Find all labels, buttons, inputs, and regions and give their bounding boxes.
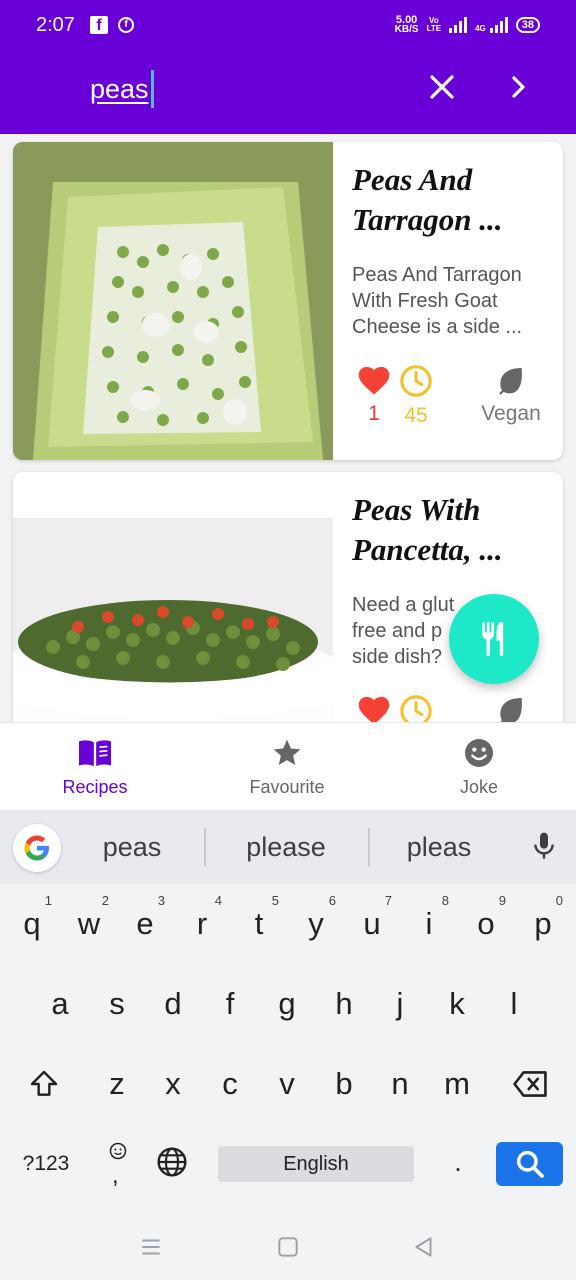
cook-time-stat: 45 (381, 364, 451, 428)
clear-search-button[interactable] (423, 68, 461, 106)
recipe-card[interactable]: Peas And Tarragon ... Peas And Tarragon … (13, 142, 563, 460)
system-navigation-bar (0, 1212, 576, 1280)
back-icon[interactable] (411, 1234, 437, 1260)
key-f[interactable]: f (204, 972, 256, 1036)
soft-keyboard: peas please pleas q1 w2 e3 r4 t5 y6 u7 i… (0, 810, 576, 1212)
notification-icons: f f (90, 16, 134, 34)
key-j[interactable]: j (374, 972, 426, 1036)
key-s[interactable]: s (91, 972, 143, 1036)
diet-stat (461, 694, 561, 722)
key-l[interactable]: l (488, 972, 540, 1036)
nav-joke[interactable]: Joke (404, 737, 554, 798)
key-x[interactable]: x (147, 1052, 199, 1116)
key-c[interactable]: c (204, 1052, 256, 1116)
clock-icon (400, 365, 432, 397)
period-key[interactable]: . (432, 1132, 484, 1192)
key-r[interactable]: r4 (176, 892, 228, 956)
book-icon (79, 740, 111, 767)
language-key[interactable] (146, 1132, 198, 1192)
recipe-stats (339, 694, 563, 722)
battery-indicator: 38 (515, 17, 540, 33)
search-input[interactable]: peas (90, 74, 149, 105)
key-k[interactable]: k (431, 972, 483, 1036)
recipe-stats: 1 45 Vegan (339, 364, 563, 434)
search-icon (516, 1150, 544, 1178)
close-icon (430, 75, 454, 99)
facebook-icon: f (90, 16, 108, 34)
recipe-image (13, 472, 333, 722)
diet-stat: Vegan (461, 364, 561, 426)
key-m[interactable]: m (431, 1052, 483, 1116)
suggestion-pleas[interactable]: pleas (364, 832, 514, 863)
key-n[interactable]: n (374, 1052, 426, 1116)
globe-icon (157, 1147, 187, 1177)
restaurant-icon (482, 622, 504, 656)
key-e[interactable]: e3 (119, 892, 171, 956)
key-a[interactable]: a (34, 972, 86, 1036)
network-speed: 5.00 KB/S (394, 14, 419, 35)
app-bar: peas (0, 46, 576, 134)
key-t[interactable]: t5 (233, 892, 285, 956)
leaf-icon (500, 698, 522, 722)
status-right: 5.00 KB/S Vo LTE 4G 38 (394, 14, 540, 35)
keyboard-search-key[interactable] (496, 1142, 563, 1186)
submit-search-button[interactable] (500, 68, 538, 106)
signal-icon (449, 17, 468, 33)
recipe-title: Peas And Tarragon ... (352, 162, 503, 237)
key-b[interactable]: b (318, 1052, 370, 1116)
shift-key[interactable] (18, 1052, 70, 1116)
text-cursor (151, 70, 154, 108)
key-h[interactable]: h (318, 972, 370, 1036)
recipe-title: Peas With Pancetta, ... (352, 492, 503, 567)
space-key[interactable]: English (218, 1146, 414, 1182)
home-icon[interactable] (275, 1234, 301, 1260)
backspace-key[interactable] (502, 1052, 558, 1116)
key-d[interactable]: d (147, 972, 199, 1036)
facebook-messenger-icon: f (118, 17, 134, 33)
status-bar: 2:07 f f 5.00 KB/S Vo LTE 4G 38 (0, 0, 576, 46)
suggestion-please[interactable]: please (211, 832, 361, 863)
key-u[interactable]: u7 (346, 892, 398, 956)
recipe-image (13, 142, 333, 460)
key-i[interactable]: i8 (403, 892, 455, 956)
key-p[interactable]: p0 (517, 892, 569, 956)
backspace-icon (513, 1071, 547, 1097)
microphone-icon[interactable] (528, 830, 560, 866)
chevron-right-icon (512, 76, 525, 98)
key-v[interactable]: v (261, 1052, 313, 1116)
key-w[interactable]: w2 (63, 892, 115, 956)
clock-icon (400, 695, 432, 722)
shift-icon (30, 1070, 58, 1096)
suggestion-bar: peas please pleas (0, 810, 576, 884)
leaf-icon (499, 368, 522, 395)
symbols-key[interactable]: ?123 (10, 1146, 82, 1182)
key-q[interactable]: q1 (6, 892, 58, 956)
recipe-description: Peas And Tarragon With Fresh Goat Cheese… (352, 264, 523, 338)
smiley-icon (465, 739, 493, 767)
restaurant-fab[interactable] (449, 594, 539, 684)
key-z[interactable]: z (91, 1052, 143, 1116)
google-icon[interactable] (13, 824, 61, 872)
nav-recipes[interactable]: Recipes (20, 737, 170, 798)
recent-apps-icon[interactable] (138, 1234, 164, 1260)
key-y[interactable]: y6 (290, 892, 342, 956)
comma-emoji-key[interactable]: , (92, 1132, 144, 1192)
key-g[interactable]: g (261, 972, 313, 1036)
star-icon (273, 739, 301, 765)
volte-indicator: Vo LTE (426, 16, 442, 33)
status-time: 2:07 (36, 14, 75, 36)
suggestion-divider (204, 828, 206, 866)
cook-time-stat (381, 694, 451, 722)
suggestion-peas[interactable]: peas (57, 832, 207, 863)
nav-favourite[interactable]: Favourite (212, 737, 362, 798)
key-o[interactable]: o9 (460, 892, 512, 956)
wifi-icon: 4G (475, 17, 508, 33)
bottom-navigation: Recipes Favourite Joke (0, 722, 576, 810)
